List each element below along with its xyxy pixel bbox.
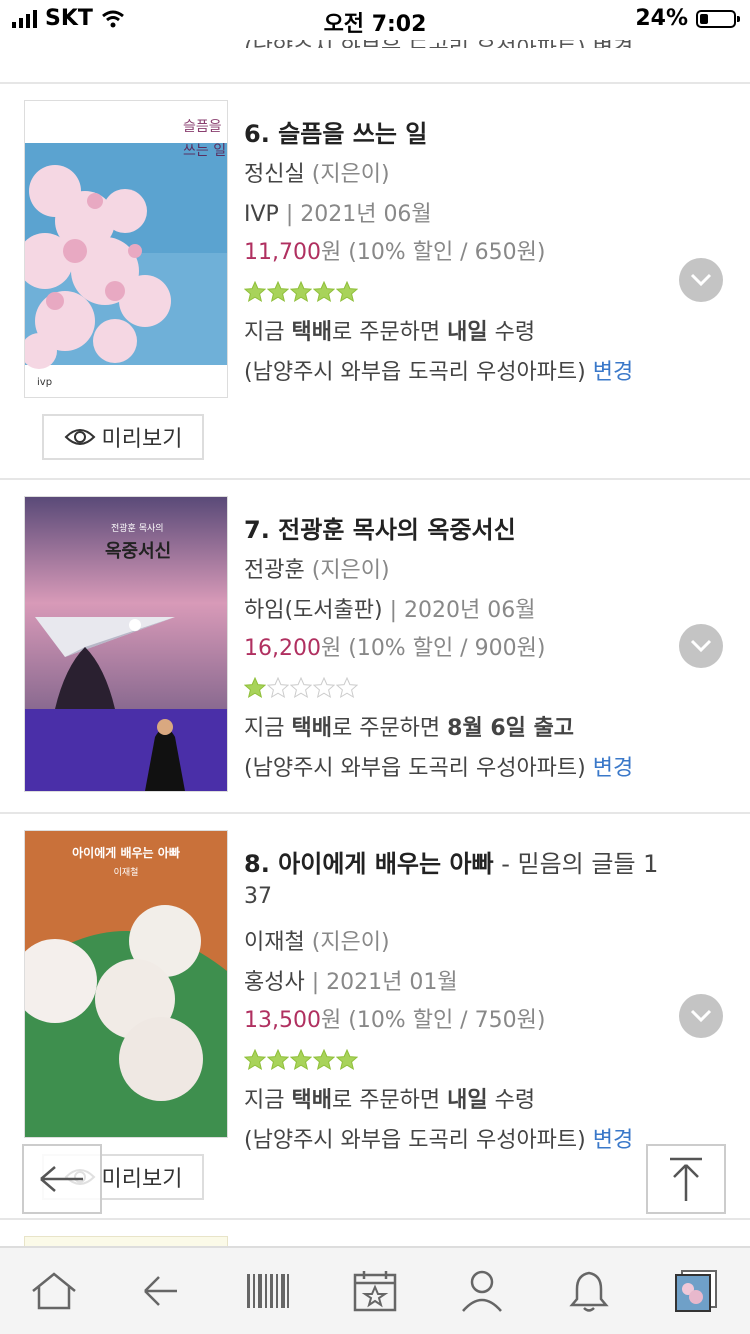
next-book-cover-peek [24,1236,228,1246]
book-price: 16,200원 (10% 할인 / 900원) [244,636,546,661]
tab-notifications[interactable] [559,1261,619,1321]
cover-title: 아이에게 배우는 아빠 [72,845,180,860]
book-price: 13,500원 (10% 할인 / 750원) [244,1008,546,1033]
star-icon [267,1049,289,1071]
chevron-down-icon [690,1009,712,1023]
star-icon [267,281,289,303]
star-icon [244,1049,266,1071]
rating-stars [244,281,358,303]
divider [0,1218,750,1220]
star-icon [290,281,312,303]
expand-chevron-button[interactable] [679,624,723,668]
sale-price: 16,200 [244,636,321,661]
star-icon [244,281,266,303]
tab-my-page[interactable] [452,1261,512,1321]
book-title[interactable]: 8. 아이에게 배우는 아빠 - 믿음의 글들 1 [244,844,658,879]
tab-back[interactable] [131,1261,191,1321]
expand-chevron-button[interactable] [679,994,723,1038]
book-item[interactable]: 아이에게 배우는 아빠 이재철 8. 아이에게 배우는 아빠 - 믿음의 글들 … [0,814,750,1216]
cover-title: 슬픔을 [183,119,222,135]
star-icon [313,677,335,699]
tab-home[interactable] [24,1261,84,1321]
battery-icon [696,9,740,28]
chevron-down-icon [690,639,712,653]
delivery-info: 지금 택배로 주문하면 내일 수령 [244,320,536,345]
star-icon [290,677,312,699]
rating-stars [244,1049,358,1071]
book-publisher-date: 하임(도서출판) | 2020년 06월 [244,598,536,623]
svg-text:쓰는 일: 쓰는 일 [183,143,226,159]
book-cover[interactable]: 아이에게 배우는 아빠 이재철 [24,830,228,1138]
star-icon [244,677,266,699]
star-icon [336,1049,358,1071]
eye-icon [64,429,95,445]
back-arrow-icon [40,1166,83,1192]
cover-small-text: 전광훈 목사의 [111,522,164,534]
tab-recent[interactable] [666,1261,726,1321]
book-author[interactable]: 정신실 (지은이) [244,156,390,188]
expand-chevron-button[interactable] [679,258,723,302]
preview-button[interactable]: 미리보기 [42,414,204,460]
tab-calendar[interactable] [345,1261,405,1321]
recent-book-icon [675,1270,718,1312]
cover-title: 옥중서신 [105,541,171,562]
book-item[interactable]: 전광훈 목사의 옥중서신 7. 전광훈 목사의 옥중서신 전광훈 (지은이) 하… [0,480,750,812]
cover-author: 이재철 [114,867,139,878]
arrow-up-icon [670,1157,702,1201]
change-address-link[interactable]: 변경 [593,756,633,781]
book-title[interactable]: 6. 슬픔을 쓰는 일 [244,114,427,149]
star-icon [336,281,358,303]
delivery-address: (남양주시 와부읍 도곡리 우성아파트) 변경 [244,756,634,781]
bottom-tab-bar [0,1246,750,1334]
change-address-link[interactable]: 변경 [593,360,633,385]
person-icon [462,1270,503,1312]
star-icon [313,1049,335,1071]
chevron-down-icon [690,273,712,287]
floating-back-button[interactable] [22,1144,102,1214]
sale-price: 11,700 [244,240,321,265]
book-price: 11,700원 (10% 할인 / 650원) [244,240,546,265]
change-address-link[interactable]: 변경 [593,1128,633,1153]
star-icon [290,1049,312,1071]
book-cover[interactable]: 슬픔을 쓰는 일 ivp [24,100,228,398]
delivery-address: (남양주시 와부읍 도곡리 우성아파트) 변경 [244,1128,634,1153]
book-cover[interactable]: 전광훈 목사의 옥중서신 [24,496,228,792]
delivery-address: (남양주시 와부읍 도곡리 우성아파트) 변경 [244,360,634,385]
cover-publisher: ivp [37,377,52,388]
book-item[interactable]: 슬픔을 쓰는 일 ivp 6. 슬픔을 쓰는 일 정신실 (지은이) IVP |… [0,84,750,478]
star-icon [336,677,358,699]
book-title[interactable]: 7. 전광훈 목사의 옥중서신 [244,510,516,545]
rating-stars [244,677,358,699]
book-author[interactable]: 이재철 (지은이) [244,924,390,956]
home-icon [31,1272,76,1310]
delivery-info: 지금 택배로 주문하면 8월 6일 출고 [244,716,575,741]
barcode-icon [246,1274,289,1308]
book-publisher-date: IVP | 2021년 06월 [244,202,432,227]
calendar-star-icon [353,1271,397,1312]
book-title-wrap[interactable]: 37 [244,884,272,909]
battery-percent: 24% [635,6,688,31]
book-publisher-date: 홍성사 | 2021년 01월 [244,970,458,995]
star-icon [267,677,289,699]
bell-icon [569,1271,609,1312]
scroll-to-top-button[interactable] [646,1144,726,1214]
star-icon [313,281,335,303]
tab-barcode[interactable] [238,1261,298,1321]
status-bar: SKT 오전 7:02 24% [0,0,750,40]
book-author[interactable]: 전광훈 (지은이) [244,552,390,584]
sale-price: 13,500 [244,1008,321,1033]
delivery-info: 지금 택배로 주문하면 내일 수령 [244,1088,536,1113]
back-arrow-icon [143,1276,177,1306]
